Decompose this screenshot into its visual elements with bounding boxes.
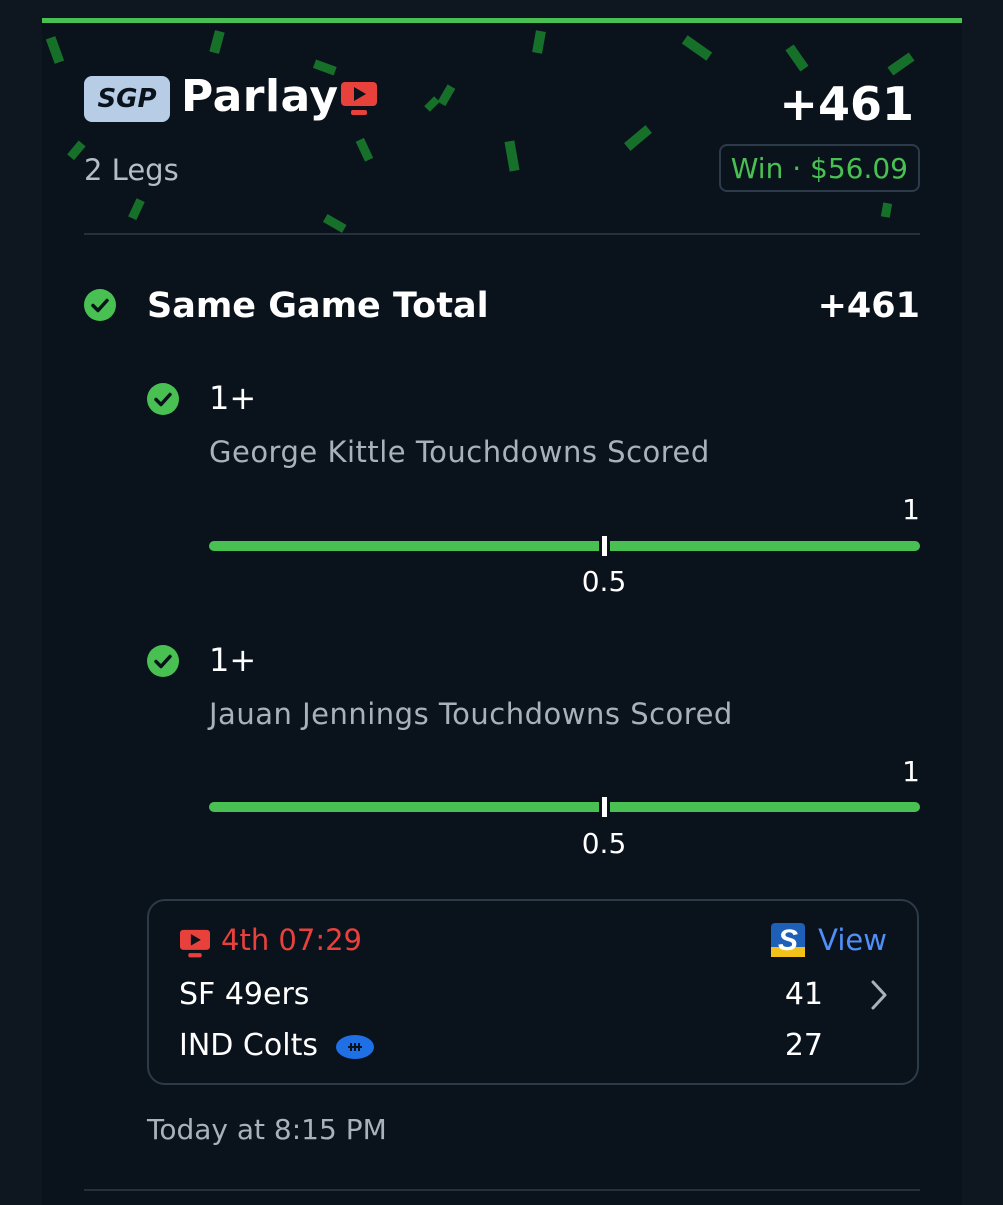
live-scoreboard[interactable]: 4th 07:29 S View SF 49ers 41 IND Colts 2… xyxy=(147,899,919,1085)
team-name: IND Colts xyxy=(179,1028,318,1063)
leg-selection: 1+ xyxy=(209,379,257,417)
check-circle-icon xyxy=(147,645,179,677)
team-score: 27 xyxy=(784,1028,823,1063)
confetti-decoration xyxy=(45,30,915,233)
sgp-badge: SGP xyxy=(84,76,170,122)
team-score: 41 xyxy=(784,977,823,1012)
check-circle-icon xyxy=(147,383,179,415)
progress-fill xyxy=(209,541,920,551)
progress-actual-label: 1 xyxy=(902,493,920,526)
football-possession-icon xyxy=(336,1035,374,1059)
header-divider xyxy=(84,233,920,235)
leg-description: George Kittle Touchdowns Scored xyxy=(209,435,710,469)
progress-line-label: 0.5 xyxy=(581,565,627,598)
bet-type-title: Parlay xyxy=(181,71,339,122)
line-marker xyxy=(599,797,610,817)
sportsbook-logo-icon: S xyxy=(771,923,805,957)
view-game-link[interactable]: View xyxy=(818,923,887,957)
progress-fill xyxy=(209,802,920,812)
progress-line-label: 0.5 xyxy=(581,827,627,860)
check-circle-icon xyxy=(84,289,116,321)
legs-count: 2 Legs xyxy=(84,153,179,187)
footer-divider xyxy=(84,1189,920,1191)
chevron-right-icon[interactable] xyxy=(869,979,889,1011)
progress-bar xyxy=(209,536,920,556)
leg-selection: 1+ xyxy=(209,641,257,679)
svg-text:S: S xyxy=(778,924,798,957)
bet-placed-time: Today at 8:15 PM xyxy=(147,1113,387,1146)
leg-description: Jauan Jennings Touchdowns Scored xyxy=(209,697,733,731)
parlay-card[interactable]: SGP Parlay +461 2 Legs Win · $56.09 Same… xyxy=(42,18,962,1205)
win-status-badge: Win · $56.09 xyxy=(718,144,920,192)
tv-live-icon xyxy=(341,82,377,115)
market-title: Same Game Total xyxy=(147,286,489,326)
market-odds: +461 xyxy=(817,286,920,326)
tv-live-icon xyxy=(180,929,210,958)
team-name: SF 49ers xyxy=(179,977,310,1012)
progress-bar xyxy=(209,797,920,817)
progress-actual-label: 1 xyxy=(902,755,920,788)
parlay-odds: +461 xyxy=(779,77,914,131)
game-clock: 4th 07:29 xyxy=(221,923,362,957)
line-marker xyxy=(599,536,610,556)
